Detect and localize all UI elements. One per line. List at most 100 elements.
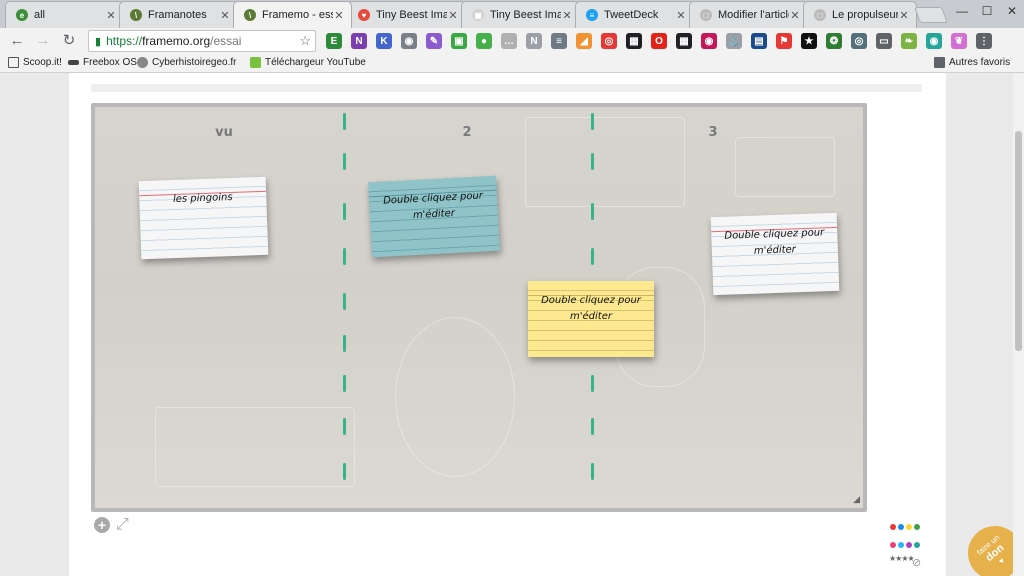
flag-icon[interactable]: ⚑ [776, 33, 792, 49]
new-tab-button[interactable] [914, 7, 948, 23]
divider-dash [591, 375, 594, 392]
tab-title: Tiny Beest Imag [376, 9, 447, 21]
other-bookmarks[interactable]: Autres favoris [934, 57, 1010, 68]
column-title-3[interactable]: 3 [683, 125, 743, 140]
cast-icon[interactable]: ▭ [876, 33, 892, 49]
framemo-board[interactable]: vu 2 3 les pingoins Double cliquez pour … [91, 103, 867, 512]
board-background [95, 107, 863, 508]
url-host: framemo.org [142, 34, 211, 48]
palette-color-swatch[interactable] [914, 524, 920, 530]
palette-color-swatch[interactable] [898, 524, 904, 530]
divider-dash [591, 153, 594, 170]
feedly-icon[interactable]: ▣ [451, 33, 467, 49]
bookmarks-bar: Scoop.it! Freebox OS Cyberhistoiregeo.fr… [0, 54, 1024, 73]
tab-title: Modifier l'article [718, 9, 789, 21]
tab-favicon-icon: □ [814, 9, 826, 21]
close-icon[interactable]: ✕ [898, 9, 910, 22]
bullseye-icon[interactable]: ◎ [851, 33, 867, 49]
memo-card[interactable]: les pingoins [138, 176, 269, 260]
close-icon[interactable]: ✕ [447, 9, 459, 22]
close-icon[interactable]: ✕ [105, 9, 117, 22]
fullscreen-icon[interactable]: ⤢ [116, 516, 129, 534]
bookmark-scoopit[interactable]: Scoop.it! [8, 57, 62, 68]
back-icon[interactable]: ← [6, 31, 28, 51]
resize-handle-icon[interactable]: ◢ [853, 494, 860, 505]
sketch-doodle [735, 137, 835, 197]
card-text: Double cliquez pour m'éditer [382, 190, 484, 221]
close-icon[interactable]: ✕ [675, 9, 687, 22]
share-icon[interactable]: … [501, 33, 517, 49]
tab-all[interactable]: e all ✕ [5, 1, 124, 28]
forward-icon[interactable]: → [32, 31, 54, 51]
tab-tiny-beest-2[interactable]: ▣ Tiny Beest Imag ✕ [461, 1, 580, 28]
onenote-icon[interactable]: N [351, 33, 367, 49]
address-bar[interactable]: ▮ https:// framemo.org /essai ☆ [88, 30, 316, 52]
minimize-icon[interactable]: — [950, 4, 974, 18]
klout-icon[interactable]: K [376, 33, 392, 49]
qrcode2-icon[interactable]: ▦ [676, 33, 692, 49]
column-title-vu[interactable]: vu [194, 125, 254, 140]
column-title-2[interactable]: 2 [437, 125, 497, 140]
divider-dash [343, 418, 346, 435]
palette-color-swatch[interactable] [906, 524, 912, 530]
green-dot-icon[interactable]: ● [476, 33, 492, 49]
anchor-icon[interactable]: ⚓ [726, 33, 742, 49]
stack-icon[interactable]: ≡ [551, 33, 567, 49]
menu-icon[interactable]: ⋮ [976, 33, 992, 49]
tab-tiny-beest-1[interactable]: ♥ Tiny Beest Imag ✕ [347, 1, 466, 28]
tab-framemo-essai[interactable]: \ Framemo - essai ✕ [233, 1, 352, 28]
tab-favicon-icon: \ [244, 9, 256, 21]
camera-icon[interactable]: ◉ [401, 33, 417, 49]
board-tools: + ⤢ [94, 516, 129, 534]
bookmark-youtube-downloader[interactable]: Téléchargeur YouTube [250, 57, 366, 68]
tab-modifier-article[interactable]: □ Modifier l'article ✕ [689, 1, 808, 28]
freebox-icon [68, 60, 79, 65]
eye-icon[interactable]: ◉ [926, 33, 942, 49]
add-card-button[interactable]: + [94, 517, 110, 533]
reload-icon[interactable]: ↻ [58, 31, 80, 51]
palette-color-swatch[interactable] [906, 542, 912, 548]
divider-dash [343, 203, 346, 220]
block-icon[interactable]: ⊘ [912, 556, 921, 569]
elephant-icon[interactable]: ❦ [951, 33, 967, 49]
bookmark-label: Freebox OS [83, 57, 137, 68]
star-ext-icon[interactable]: ★ [801, 33, 817, 49]
close-icon[interactable]: ✕ [219, 9, 231, 22]
divider-dash [591, 203, 594, 220]
scrollbar-thumb[interactable] [1015, 131, 1022, 351]
tab-tweetdeck[interactable]: ≡ TweetDeck ✕ [575, 1, 694, 28]
tab-title: TweetDeck [604, 9, 659, 21]
reader-icon[interactable]: ▤ [751, 33, 767, 49]
close-icon[interactable]: ✕ [789, 9, 801, 22]
bookmark-cyberhistoiregeo[interactable]: Cyberhistoiregeo.fr [137, 57, 236, 68]
tab-framanotes[interactable]: \ Framanotes ✕ [119, 1, 238, 28]
page-scrollbar[interactable] [1013, 73, 1024, 576]
newsfeed-icon[interactable]: N [526, 33, 542, 49]
bookmark-star-icon[interactable]: ☆ [299, 33, 311, 49]
tab-le-propulseur[interactable]: □ Le propulseur d ✕ [803, 1, 917, 28]
memo-card[interactable]: Double cliquez pour m'éditer [528, 281, 654, 357]
opera-icon[interactable]: O [651, 33, 667, 49]
maximize-icon[interactable]: ☐ [975, 4, 999, 18]
close-window-icon[interactable]: ✕ [1000, 4, 1024, 18]
divider-dash [591, 463, 594, 480]
palette-color-swatch[interactable] [914, 542, 920, 548]
podcast-icon[interactable]: ◎ [601, 33, 617, 49]
evernote-icon[interactable]: E [326, 33, 342, 49]
pen-icon[interactable]: ✎ [426, 33, 442, 49]
leaf-icon[interactable]: ❧ [901, 33, 917, 49]
record-icon[interactable]: ◉ [701, 33, 717, 49]
close-icon[interactable]: ✕ [333, 9, 345, 22]
memo-card[interactable]: Double cliquez pour m'éditer [710, 212, 840, 296]
qrcode-icon[interactable]: ▦ [626, 33, 642, 49]
divider-dash [343, 153, 346, 170]
rss-icon[interactable]: ◢ [576, 33, 592, 49]
palette-color-swatch[interactable] [890, 524, 896, 530]
bookmark-freebox[interactable]: Freebox OS [68, 57, 137, 68]
memo-card[interactable]: Double cliquez pour m'éditer [368, 175, 500, 258]
palette-color-swatch[interactable] [898, 542, 904, 548]
turtle-icon[interactable]: ❂ [826, 33, 842, 49]
palette-color-swatch[interactable] [890, 542, 896, 548]
close-icon[interactable]: ✕ [561, 9, 573, 22]
sketch-doodle [155, 407, 355, 487]
